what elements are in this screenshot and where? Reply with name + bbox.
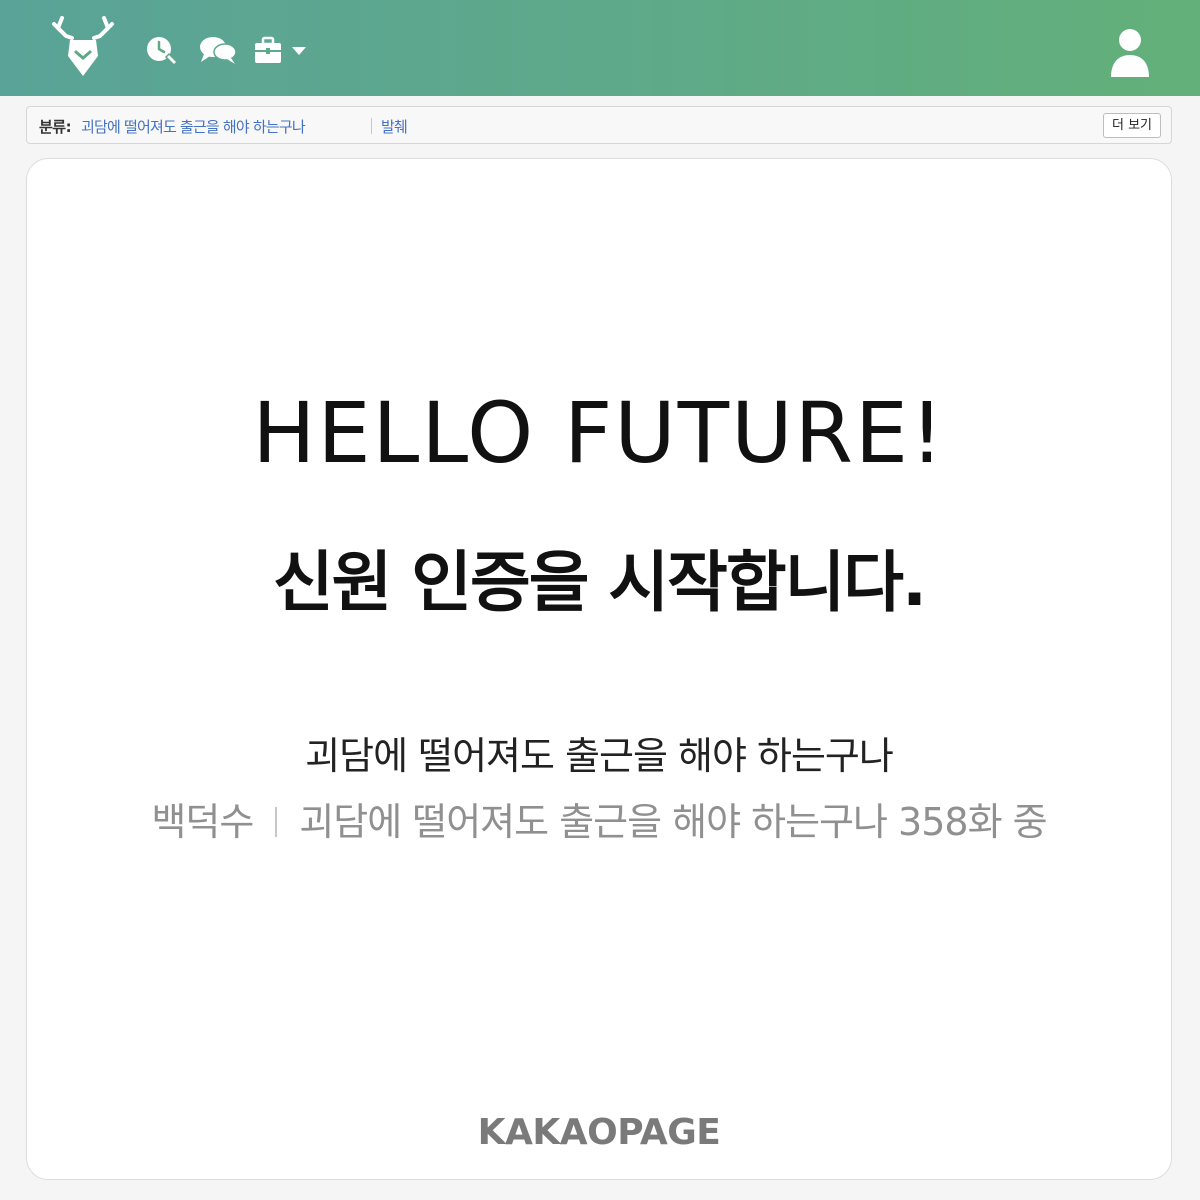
meta-divider — [275, 806, 278, 837]
content-card: HELLO FUTURE! 신원 인증을 시작합니다. 괴담에 떨어져도 출근을… — [26, 158, 1172, 1180]
category-link-excerpt[interactable]: 발췌 — [381, 116, 408, 137]
top-navigation-bar — [0, 0, 1200, 96]
series-title: 괴담에 떨어져도 출근을 해야 하는구나 — [305, 734, 894, 778]
deer-shield-logo-icon[interactable] — [50, 14, 116, 82]
briefcase-icon[interactable] — [252, 34, 284, 66]
user-profile-icon[interactable] — [1108, 27, 1152, 79]
category-label: 분류: — [39, 118, 72, 136]
series-episode: 괴담에 떨어져도 출근을 해야 하는구나 358화 중 — [299, 800, 1047, 844]
source-meta: 백덕수 괴담에 떨어져도 출근을 해야 하는구나 358화 중 — [27, 791, 1171, 846]
chat-bubbles-icon[interactable] — [198, 34, 238, 66]
brand-logo-text: KAKAOPAGE — [477, 1112, 721, 1153]
headline: HELLO FUTURE! — [252, 384, 946, 482]
category-bar: 분류: 괴담에 떨어져도 출근을 해야 하는구나 발췌 더 보기 — [26, 106, 1172, 144]
subheadline: 신원 인증을 시작합니다. — [272, 544, 927, 621]
category-link-series[interactable]: 괴담에 떨어져도 출근을 해야 하는구나 — [81, 116, 306, 137]
more-button[interactable]: 더 보기 — [1102, 113, 1161, 138]
history-edit-icon[interactable] — [145, 34, 181, 66]
author-name: 백덕수 — [151, 800, 254, 844]
caret-down-icon[interactable] — [288, 34, 310, 66]
category-divider — [371, 118, 372, 134]
